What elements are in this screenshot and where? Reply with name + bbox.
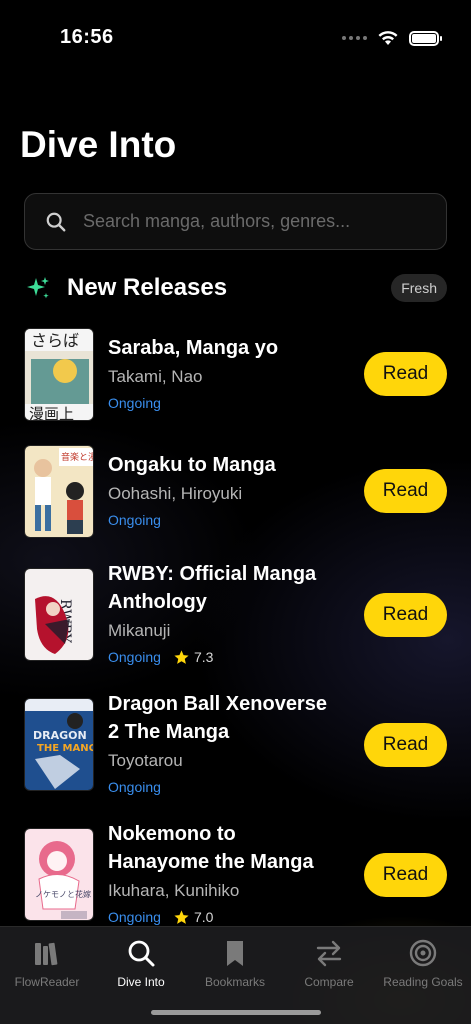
read-button[interactable]: Read — [364, 853, 447, 897]
status-bar: 16:56 — [0, 0, 471, 60]
read-button[interactable]: Read — [364, 593, 447, 637]
manga-author: Ikuhara, Kunihiko — [108, 881, 240, 900]
tab-flowreader[interactable]: FlowReader — [0, 933, 94, 993]
manga-author: Toyotarou — [108, 751, 183, 770]
manga-status: Ongoing — [108, 779, 161, 795]
manga-cover[interactable]: さらば 漫画上 — [24, 328, 94, 421]
search-input[interactable] — [83, 211, 446, 232]
compare-arrows-icon — [316, 940, 342, 967]
manga-status: Ongoing — [108, 395, 161, 411]
star-icon — [174, 649, 189, 664]
svg-text:漫画上: 漫画上 — [29, 405, 74, 421]
home-indicator — [151, 1010, 321, 1015]
manga-meta: Ongoing 7.0 — [108, 908, 338, 926]
star-icon — [174, 909, 189, 924]
manga-meta: Ongoing — [108, 394, 338, 412]
tab-label: Bookmarks — [204, 975, 266, 989]
tab-dive-into[interactable]: Dive Into — [94, 933, 188, 993]
manga-author: Mikanuji — [108, 621, 171, 640]
rating-value: 7.3 — [193, 649, 214, 665]
manga-author: Takami, Nao — [108, 367, 203, 386]
manga-info: Saraba, Manga yo Takami, Nao Ongoing — [108, 334, 338, 412]
manga-title: Ongaku to Manga — [108, 454, 276, 476]
manga-meta: Ongoing 7.3 — [108, 648, 338, 666]
battery-icon — [409, 30, 442, 46]
wifi-icon — [378, 31, 398, 45]
manga-rating: 7.3 — [173, 648, 213, 666]
page-title: Dive Into — [20, 124, 177, 165]
manga-meta: Ongoing — [108, 511, 338, 529]
rating-value: 7.0 — [193, 909, 214, 925]
search-bar[interactable] — [24, 193, 447, 250]
manga-item[interactable]: RWBY RWBY: Official Manga Anthology Mika… — [24, 560, 447, 670]
read-button[interactable]: Read — [364, 352, 447, 396]
search-icon — [46, 212, 66, 231]
manga-info: RWBY: Official Manga Anthology Mikanuji … — [108, 560, 338, 666]
svg-text:音楽と漫画: 音楽と漫画 — [61, 451, 94, 463]
manga-cover[interactable]: RWBY — [24, 568, 94, 661]
library-icon — [35, 942, 58, 966]
screen: 16:56 Dive Into New Releases Fresh — [0, 0, 471, 1024]
manga-info: Dragon Ball Xenoverse 2 The Manga Toyota… — [108, 690, 338, 796]
svg-text:THE MANGA: THE MANGA — [37, 743, 94, 754]
manga-cover[interactable]: 音楽と漫画 — [24, 445, 94, 538]
status-time: 16:56 — [60, 26, 114, 48]
tab-label: Dive Into — [117, 975, 165, 989]
manga-title: Dragon Ball Xenoverse 2 The Manga — [108, 693, 327, 743]
manga-info: Ongaku to Manga Oohashi, Hiroyuki Ongoin… — [108, 451, 338, 529]
tab-label: FlowReader — [14, 975, 80, 989]
manga-title: Nokemono to Hanayome the Manga — [108, 823, 314, 873]
manga-status: Ongoing — [108, 909, 161, 925]
bookmark-icon — [227, 941, 243, 966]
status-icons — [342, 30, 442, 46]
manga-title: RWBY: Official Manga Anthology — [108, 563, 317, 613]
svg-text:DRAGON: DRAGON — [33, 729, 87, 742]
tab-label: Reading Goals — [383, 975, 463, 989]
manga-item[interactable]: ノケモノと花嫁 Nokemono to Hanayome the Manga I… — [24, 820, 447, 930]
tab-bookmarks[interactable]: Bookmarks — [188, 933, 282, 993]
manga-item[interactable]: さらば 漫画上 Saraba, Manga yo Takami, Nao Ong… — [24, 328, 447, 421]
manga-cover[interactable]: DRAGON THE MANGA — [24, 698, 94, 791]
tab-compare[interactable]: Compare — [282, 933, 376, 993]
svg-text:さらば: さらば — [31, 331, 79, 350]
manga-cover[interactable]: ノケモノと花嫁 — [24, 828, 94, 921]
manga-item[interactable]: 音楽と漫画 Ongaku to Manga Oohashi, Hiroyuki … — [24, 445, 447, 538]
section-header: New Releases Fresh — [24, 268, 447, 308]
section-title: New Releases — [67, 274, 228, 301]
tab-label: Compare — [304, 975, 354, 989]
manga-status: Ongoing — [108, 649, 161, 665]
sparkle-icon — [27, 277, 49, 299]
tab-reading-goals[interactable]: Reading Goals — [376, 933, 470, 993]
search-icon — [128, 940, 155, 967]
svg-text:ノケモノと花嫁: ノケモノと花嫁 — [35, 889, 91, 899]
manga-status: Ongoing — [108, 512, 161, 528]
manga-info: Nokemono to Hanayome the Manga Ikuhara, … — [108, 820, 338, 926]
cellular-signal-icon — [342, 36, 367, 40]
manga-meta: Ongoing — [108, 778, 338, 796]
target-icon — [409, 939, 437, 967]
manga-item[interactable]: DRAGON THE MANGA Dragon Ball Xenoverse 2… — [24, 690, 447, 800]
manga-author: Oohashi, Hiroyuki — [108, 484, 243, 503]
read-button[interactable]: Read — [364, 469, 447, 513]
manga-title: Saraba, Manga yo — [108, 337, 279, 359]
read-button[interactable]: Read — [364, 723, 447, 767]
fresh-badge: Fresh — [391, 274, 447, 302]
manga-rating: 7.0 — [173, 908, 213, 926]
